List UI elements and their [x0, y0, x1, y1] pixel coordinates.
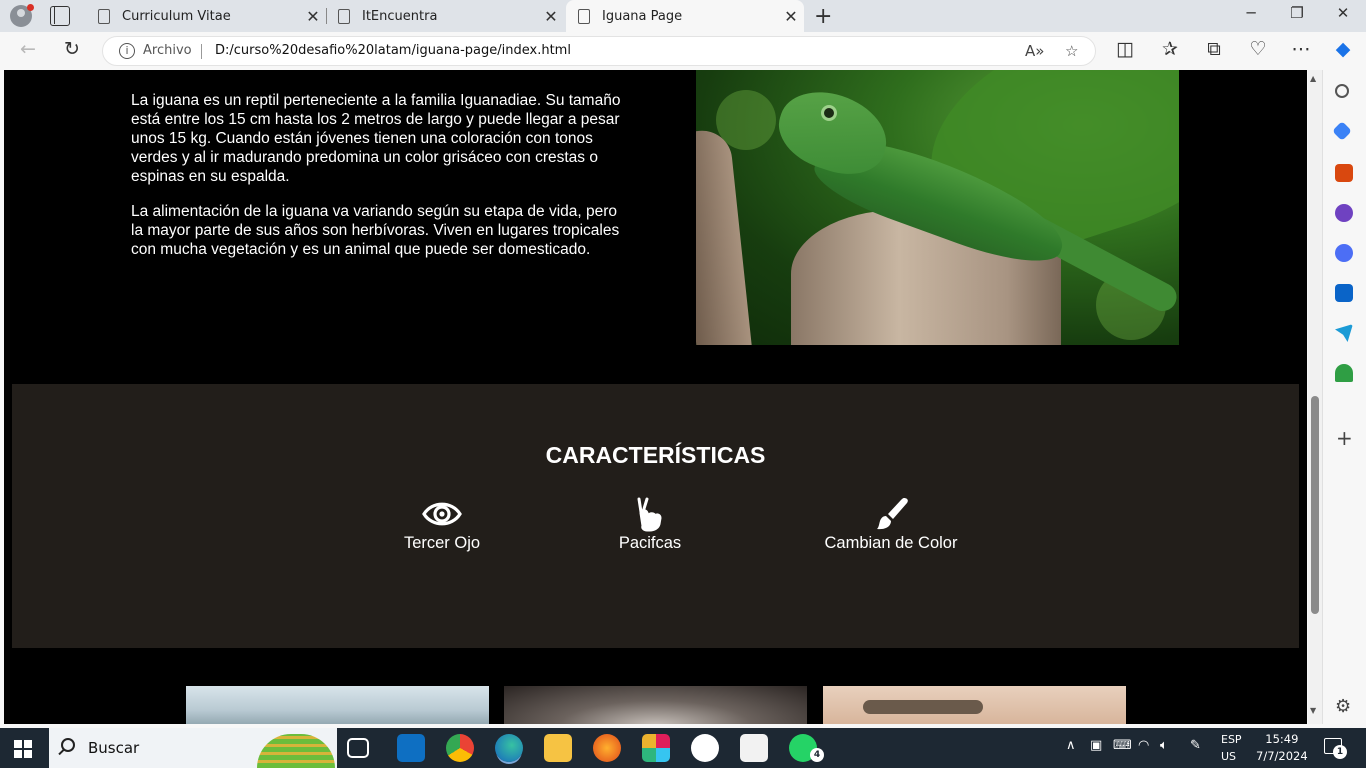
- feature-cambian-de-color: Cambian de Color: [791, 496, 991, 553]
- tab-iguana-page[interactable]: Iguana Page ✕: [566, 0, 804, 32]
- feature-pacificas: Pacifcas: [550, 496, 750, 553]
- windows-taskbar: Buscar 4 ∧ ▣ ⌨ ◠ 🔈︎ ✎ ESP US 15:49 7/7/2…: [0, 728, 1366, 768]
- whatsapp-badge: 4: [810, 748, 824, 762]
- tab-actions-menu-icon[interactable]: [50, 6, 70, 26]
- notification-badge: 1: [1333, 745, 1347, 759]
- tools-briefcase-icon[interactable]: [1335, 164, 1353, 182]
- features-title: CARACTERÍSTICAS: [545, 442, 766, 468]
- chart-app-icon[interactable]: [740, 734, 768, 762]
- close-tab-icon[interactable]: ✕: [538, 7, 564, 26]
- close-tab-icon[interactable]: ✕: [300, 7, 326, 26]
- pen-icon[interactable]: ✎: [1190, 738, 1201, 753]
- scrollbar-thumb[interactable]: [1311, 396, 1319, 614]
- browser-toolbar: ← ↻ i Archivo D:/curso%20desafio%20latam…: [0, 32, 1366, 70]
- add-sidebar-app-icon[interactable]: +: [1336, 426, 1353, 450]
- gallery-image-3: [823, 686, 1126, 724]
- tree-icon[interactable]: [1335, 364, 1353, 382]
- close-window-icon[interactable]: ✕: [1320, 4, 1366, 22]
- chrome-icon[interactable]: [446, 734, 474, 762]
- tab-title: ItEncuentra: [362, 8, 438, 24]
- new-tab-icon[interactable]: +: [814, 4, 832, 29]
- page-icon: [98, 8, 110, 24]
- paintbrush-icon: [877, 498, 908, 530]
- page-viewport: La iguana es un reptil perteneciente a l…: [4, 70, 1307, 724]
- split-screen-icon[interactable]: ◫: [1112, 38, 1138, 60]
- favorites-icon[interactable]: ✰: [1157, 38, 1183, 60]
- tab-itencuentra[interactable]: ItEncuentra ✕: [326, 0, 564, 32]
- taskbar-search[interactable]: Buscar: [49, 728, 337, 768]
- language-code: ESP: [1221, 733, 1242, 746]
- eye-icon: [422, 502, 462, 526]
- page-icon: [578, 8, 590, 24]
- copilot-icon[interactable]: ◆: [1330, 38, 1356, 60]
- search-icon: [61, 738, 75, 752]
- scroll-down-icon[interactable]: ▼: [1310, 706, 1316, 715]
- games-icon[interactable]: [1335, 204, 1353, 222]
- intro-paragraph-1: La iguana es un reptil perteneciente a l…: [131, 92, 621, 185]
- windows-start-icon[interactable]: [14, 740, 32, 758]
- camera-icon[interactable]: ▣: [1090, 738, 1102, 753]
- gear-icon[interactable]: ⚙: [1335, 696, 1351, 717]
- feature-label: Pacifcas: [618, 534, 682, 552]
- tab-title: Curriculum Vitae: [122, 8, 231, 24]
- region-code: US: [1221, 750, 1237, 763]
- show-hidden-icons-icon[interactable]: ∧: [1066, 738, 1076, 753]
- site-info-icon[interactable]: i: [119, 43, 135, 59]
- feature-label: Tercer Ojo: [403, 534, 481, 552]
- tab-title: Iguana Page: [602, 8, 683, 24]
- address-divider: [201, 44, 202, 59]
- refresh-icon[interactable]: ↻: [59, 38, 85, 60]
- iguana-photo: [696, 70, 1179, 345]
- minimize-icon[interactable]: ─: [1228, 4, 1274, 22]
- keyboard-icon[interactable]: ⌨: [1113, 738, 1132, 753]
- outlook-icon[interactable]: [1335, 284, 1353, 302]
- file-explorer-icon[interactable]: [544, 734, 572, 762]
- github-desktop-icon[interactable]: [691, 734, 719, 762]
- slack-icon[interactable]: [642, 734, 670, 762]
- feature-tercer-ojo: Tercer Ojo: [342, 496, 542, 553]
- task-view-icon[interactable]: [347, 738, 369, 758]
- browser-essentials-icon[interactable]: ♡: [1245, 38, 1271, 60]
- gallery-image-1: [186, 686, 489, 724]
- taskbar-search-label: Buscar: [88, 739, 140, 757]
- language-indicator[interactable]: ESP US: [1221, 731, 1242, 765]
- url-text[interactable]: D:/curso%20desafio%20latam/iguana-page/i…: [215, 43, 571, 58]
- vscode-icon[interactable]: [397, 734, 425, 762]
- clock[interactable]: 15:49 7/7/2024: [1256, 731, 1308, 765]
- gallery-image-2: [504, 686, 807, 724]
- search-highlight-icon: [257, 734, 335, 768]
- page-icon: [338, 8, 350, 24]
- scheme-label: Archivo: [143, 43, 192, 58]
- restore-icon[interactable]: ❐: [1274, 4, 1320, 22]
- page-scrollbar[interactable]: ▲ ▼: [1308, 70, 1322, 724]
- intro-paragraph-2: La alimentación de la iguana va variando…: [131, 203, 620, 258]
- back-icon[interactable]: ←: [15, 38, 41, 60]
- clock-time: 15:49: [1265, 732, 1299, 746]
- edge-sidebar: + ⚙: [1322, 70, 1366, 724]
- shopping-tag-icon[interactable]: [1332, 121, 1352, 141]
- tab-strip: Curriculum Vitae ✕ ItEncuentra ✕ Iguana …: [0, 0, 1366, 32]
- clock-date: 7/7/2024: [1256, 749, 1308, 763]
- peace-hand-icon: [637, 497, 662, 532]
- favorite-star-icon[interactable]: ☆: [1065, 42, 1078, 60]
- collections-icon[interactable]: ⧉: [1201, 38, 1227, 60]
- close-tab-icon[interactable]: ✕: [778, 7, 804, 26]
- settings-more-icon[interactable]: ⋯: [1288, 38, 1314, 60]
- volume-icon[interactable]: 🔈︎: [1160, 738, 1168, 753]
- profile-notification-dot: [27, 4, 34, 11]
- search-icon[interactable]: [1335, 84, 1349, 98]
- send-telegram-icon[interactable]: [1335, 324, 1353, 342]
- address-bar[interactable]: i Archivo D:/curso%20desafio%20latam/igu…: [102, 36, 1096, 66]
- read-aloud-icon[interactable]: A»: [1025, 42, 1044, 60]
- wifi-icon[interactable]: ◠: [1138, 738, 1149, 753]
- feature-label: Cambian de Color: [824, 534, 958, 552]
- tab-curriculum-vitae[interactable]: Curriculum Vitae ✕: [86, 0, 326, 32]
- scroll-up-icon[interactable]: ▲: [1310, 74, 1316, 83]
- firefox-icon[interactable]: [593, 734, 621, 762]
- edge-icon[interactable]: [495, 734, 523, 762]
- features-section: CARACTERÍSTICAS Tercer Ojo Pacifcas Camb…: [12, 384, 1299, 648]
- microsoft-365-icon[interactable]: [1335, 244, 1353, 262]
